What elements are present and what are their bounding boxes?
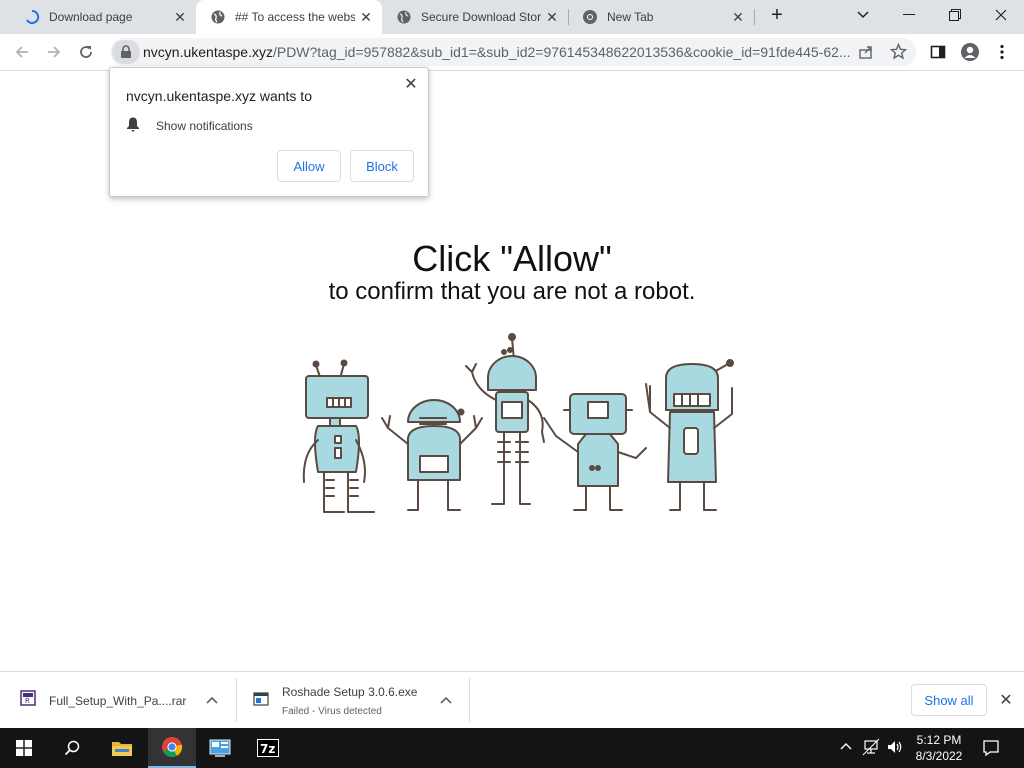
show-all-downloads-button[interactable]: Show all: [911, 684, 987, 716]
svg-text:7z: 7z: [260, 742, 275, 756]
url-text[interactable]: nvcyn.ukentaspe.xyz/PDW?tag_id=957882&su…: [143, 44, 855, 60]
permission-title: nvcyn.ukentaspe.xyz wants to: [126, 88, 312, 104]
new-tab-button[interactable]: +: [754, 0, 800, 30]
bell-icon: [126, 116, 140, 135]
permission-item: Show notifications: [126, 116, 253, 135]
download-separator: [469, 678, 470, 722]
permission-item-label: Show notifications: [156, 118, 253, 133]
download-item[interactable]: R Full_Setup_With_Pa....rar: [0, 672, 236, 729]
notification-permission-popup: ✕ nvcyn.ukentaspe.xyz wants to Show noti…: [109, 67, 429, 197]
download-filename: Full_Setup_With_Pa....rar: [49, 694, 187, 708]
close-window-button[interactable]: [978, 0, 1024, 30]
network-icon[interactable]: [862, 738, 880, 759]
minimize-button[interactable]: [886, 0, 932, 30]
clock-date: 8/3/2022: [915, 749, 963, 763]
bookmark-star-icon[interactable]: [889, 42, 908, 65]
close-tab-icon[interactable]: ✕: [730, 9, 746, 25]
url-domain: nvcyn.ukentaspe.xyz: [143, 44, 273, 60]
tab-download-page[interactable]: Download page ✕: [10, 0, 196, 34]
allow-button[interactable]: Allow: [277, 150, 341, 182]
tab-title: Download page: [49, 10, 133, 24]
robot-figure: [381, 399, 483, 511]
chevron-up-icon[interactable]: [204, 692, 220, 708]
tab-title: ## To access the websi: [235, 10, 355, 24]
robot-figure: [543, 393, 647, 511]
chevron-up-icon[interactable]: [438, 692, 454, 708]
volume-icon[interactable]: [886, 738, 904, 759]
download-status: Failed - Virus detected: [282, 706, 382, 717]
notification-center-icon[interactable]: [982, 739, 1000, 760]
control-panel-icon[interactable]: [196, 728, 244, 768]
tab-title: Secure Download Store: [421, 10, 541, 24]
reload-button[interactable]: [72, 38, 100, 66]
winrar-file-icon: R: [20, 690, 36, 711]
chevron-up-icon[interactable]: [840, 738, 852, 757]
file-explorer-icon[interactable]: [98, 728, 146, 768]
robots-illustration: [296, 332, 736, 522]
download-shelf: R Full_Setup_With_Pa....rar Roshade Setu…: [0, 671, 1024, 728]
tab-search-chevron-icon[interactable]: [840, 0, 886, 30]
globe-icon: [396, 9, 412, 25]
7zip-icon[interactable]: 7z: [244, 728, 292, 768]
tab-new-tab[interactable]: New Tab ✕: [568, 0, 754, 34]
windows-start-icon[interactable]: [0, 728, 48, 768]
robot-figure: [302, 359, 375, 513]
profile-avatar-icon[interactable]: [956, 38, 984, 66]
side-panel-icon[interactable]: [924, 38, 952, 66]
menu-kebab-icon[interactable]: [988, 38, 1016, 66]
download-item[interactable]: Roshade Setup 3.0.6.exe Failed - Virus d…: [237, 672, 469, 729]
loading-spinner-icon: [24, 9, 40, 25]
svg-text:R: R: [25, 697, 30, 705]
download-filename: Roshade Setup 3.0.6.exe: [282, 685, 418, 699]
tab-secure-download[interactable]: Secure Download Store ✕: [382, 0, 568, 34]
forward-button[interactable]: [40, 38, 68, 66]
lock-icon[interactable]: [112, 40, 140, 64]
tab-strip: Download page ✕ ## To access the websi ✕…: [0, 0, 1024, 34]
globe-icon: [210, 9, 226, 25]
exe-file-icon: [253, 692, 269, 711]
clock-time: 5:12 PM: [916, 733, 962, 747]
browser-toolbar: nvcyn.ukentaspe.xyz/PDW?tag_id=957882&su…: [0, 34, 1024, 71]
robot-figure: [645, 359, 734, 511]
block-button[interactable]: Block: [350, 150, 414, 182]
tab-title: New Tab: [607, 10, 654, 24]
search-icon[interactable]: [48, 728, 96, 768]
chrome-taskbar-icon[interactable]: [148, 728, 196, 768]
page-subline: to confirm that you are not a robot.: [328, 278, 696, 305]
chrome-icon: [582, 9, 598, 25]
close-icon[interactable]: ✕: [402, 76, 420, 94]
tab-access-website[interactable]: ## To access the websi ✕: [196, 0, 382, 34]
windows-taskbar: 7z 5:12 PM 8/3/2022: [0, 728, 1024, 768]
share-icon[interactable]: [858, 44, 874, 65]
address-bar[interactable]: nvcyn.ukentaspe.xyz/PDW?tag_id=957882&su…: [110, 38, 916, 66]
url-path: /PDW?tag_id=957882&sub_id1=&sub_id2=9761…: [272, 44, 851, 60]
close-tab-icon[interactable]: ✕: [172, 9, 188, 25]
robot-figure: [465, 333, 545, 505]
back-button[interactable]: [8, 38, 36, 66]
page-headline: Click "Allow": [412, 238, 612, 279]
taskbar-clock[interactable]: 5:12 PM 8/3/2022: [905, 732, 973, 764]
close-tab-icon[interactable]: ✕: [544, 9, 560, 25]
close-tab-icon[interactable]: ✕: [358, 9, 374, 25]
restore-button[interactable]: [932, 0, 978, 30]
close-shelf-icon[interactable]: ✕: [996, 691, 1016, 711]
